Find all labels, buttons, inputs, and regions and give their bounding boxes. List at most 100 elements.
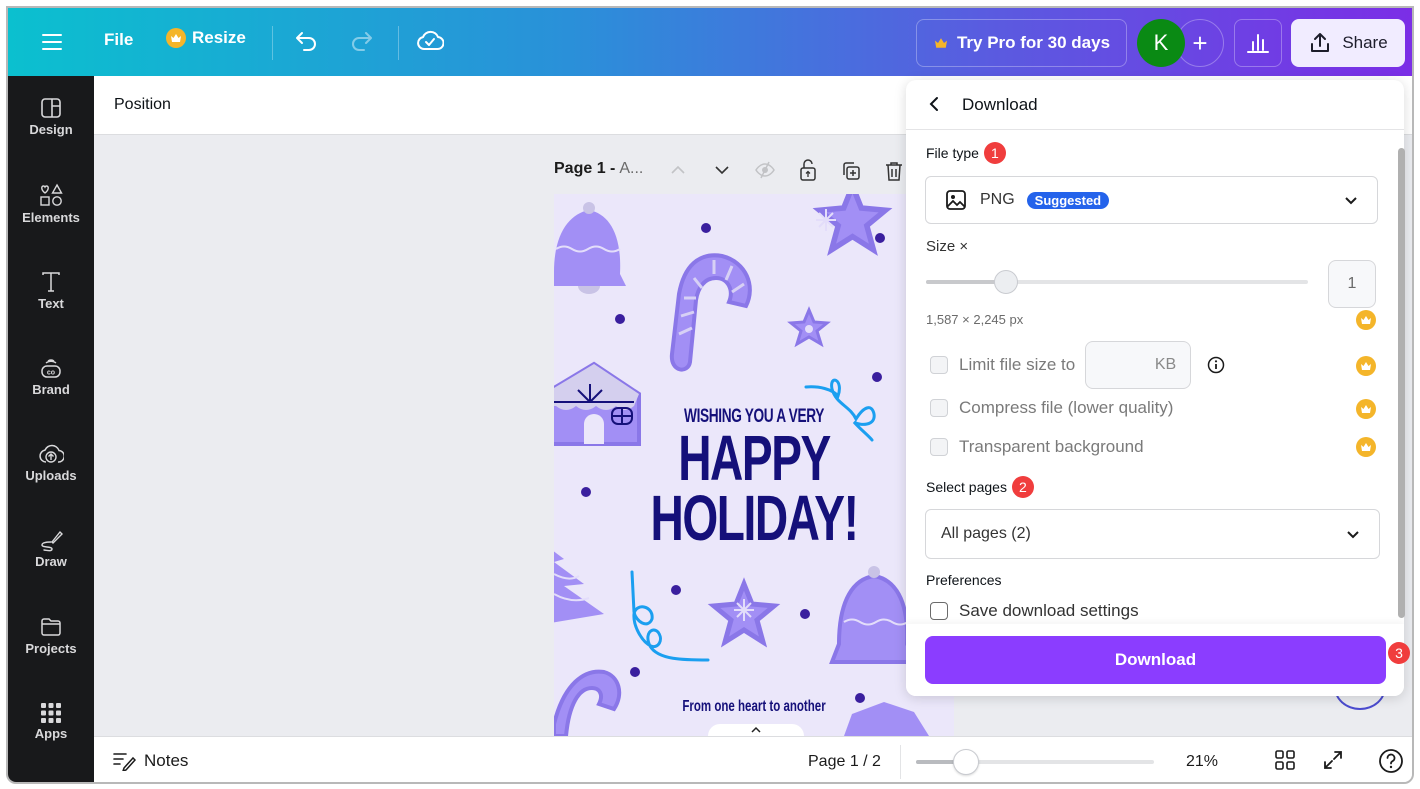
hide-page-button[interactable] (754, 160, 776, 185)
chevron-up-icon (671, 165, 685, 174)
folder-icon (41, 618, 61, 636)
download-panel: Download File type 1 PNG Suggested Size … (906, 80, 1404, 696)
notes-button[interactable]: Notes (112, 751, 188, 771)
compress-file-checkbox[interactable] (930, 399, 948, 417)
fullscreen-button[interactable] (1322, 749, 1344, 776)
blue-squiggle-icon (630, 570, 710, 662)
brand-icon: co (41, 359, 61, 378)
download-button[interactable]: Download (925, 636, 1386, 684)
cloud-check-icon (417, 30, 444, 50)
delete-page-button[interactable] (884, 160, 904, 187)
size-slider-thumb[interactable] (994, 270, 1019, 294)
top-bar: File Resize Try Pro for 30 days K + Shar… (8, 8, 1412, 76)
grid-view-button[interactable] (1274, 749, 1296, 776)
output-dimensions: 1,587 × 2,245 px (926, 312, 1024, 327)
lock-page-button[interactable] (798, 158, 818, 187)
undo-icon (296, 32, 316, 51)
file-menu-button[interactable]: File (104, 30, 133, 50)
bell-cookie-icon (829, 566, 920, 664)
bottom-star-cookie-icon (707, 577, 781, 648)
card-title-happy[interactable]: HAPPY (610, 426, 898, 490)
sidebar-item-uploads[interactable]: Uploads (8, 442, 94, 483)
page-name-field[interactable]: A... (619, 160, 643, 178)
chevron-down-icon (1347, 531, 1359, 539)
chevron-left-icon (929, 97, 938, 111)
save-download-settings-checkbox[interactable] (930, 602, 948, 620)
info-icon[interactable] (1207, 356, 1225, 374)
file-type-select[interactable]: PNG Suggested (925, 176, 1378, 224)
main-menu-button[interactable] (38, 28, 66, 56)
try-pro-button[interactable]: Try Pro for 30 days (916, 19, 1127, 67)
page-count-button[interactable]: Page 1 / 2 (808, 753, 881, 771)
design-canvas-page[interactable]: WISHING YOU A VERY HAPPY HOLIDAY! From o… (554, 194, 954, 736)
sidebar-item-label: Projects (25, 641, 77, 656)
move-page-up-button[interactable] (668, 160, 688, 185)
transparent-background-option: Transparent background (930, 437, 1144, 457)
undo-button[interactable] (294, 28, 320, 54)
size-label: Size × (926, 238, 969, 255)
move-page-down-button[interactable] (712, 160, 732, 185)
size-slider[interactable] (926, 270, 1308, 294)
small-star-cookie-icon (787, 306, 831, 348)
sidebar-item-draw[interactable]: Draw (8, 528, 94, 569)
transparent-background-checkbox[interactable] (930, 438, 948, 456)
save-status-button[interactable] (416, 28, 444, 54)
zoom-slider[interactable] (916, 749, 1154, 775)
sidebar-item-projects[interactable]: Projects (8, 615, 94, 656)
zoom-slider-thumb[interactable] (952, 749, 979, 775)
size-multiplier-input[interactable]: 1 (1328, 260, 1376, 308)
avatar[interactable]: K (1137, 19, 1185, 67)
zoom-level-button[interactable]: 21% (1186, 753, 1218, 771)
redo-button[interactable] (348, 28, 374, 54)
step-badge: 2 (1011, 476, 1034, 498)
panel-scrollbar[interactable] (1398, 148, 1405, 618)
chevron-down-icon (1345, 197, 1357, 205)
select-pages-dropdown[interactable]: All pages (2) (925, 509, 1380, 559)
sidebar-item-elements[interactable]: Elements (8, 182, 94, 225)
bottom-bar: Notes Page 1 / 2 21% (94, 736, 1412, 782)
unlock-icon (800, 159, 816, 181)
resize-button[interactable]: Resize (166, 28, 246, 48)
sidebar-item-text[interactable]: Text (8, 270, 94, 311)
image-icon (946, 190, 966, 210)
share-button[interactable]: Share (1291, 19, 1405, 67)
chevron-up-icon (751, 726, 761, 733)
insights-button[interactable] (1234, 19, 1282, 67)
pro-crown-icon (1356, 356, 1376, 376)
apps-grid-icon (41, 703, 61, 723)
card-footer-text[interactable]: From one heart to another (610, 698, 898, 716)
notes-label: Notes (144, 751, 189, 770)
file-size-kb-input[interactable]: KB (1085, 341, 1192, 389)
sidebar-item-label: Elements (22, 210, 80, 225)
sidebar-item-label: Apps (34, 726, 68, 741)
chevron-down-icon (715, 166, 729, 175)
back-button[interactable] (926, 95, 944, 118)
help-icon (1379, 749, 1403, 773)
option-label: Transparent background (959, 437, 1144, 456)
select-pages-label-text: Select pages (926, 479, 1007, 495)
file-type-label-text: File type (926, 145, 979, 161)
page-title: Page 1 - (554, 160, 616, 177)
download-panel-title: Download (962, 95, 1038, 114)
limit-file-size-checkbox[interactable] (930, 356, 948, 374)
bar-chart-icon (1247, 34, 1269, 53)
sidebar-item-brand[interactable]: co Brand (8, 356, 94, 397)
limit-file-size-option: Limit file size to KB (930, 341, 1225, 389)
card-title-holiday[interactable]: HOLIDAY! (610, 486, 898, 550)
help-button[interactable] (1378, 748, 1404, 779)
sidebar-item-apps[interactable]: Apps (8, 702, 94, 741)
sidebar-item-design[interactable]: Design (8, 96, 94, 137)
select-pages-label: Select pages 2 (926, 476, 1034, 498)
position-button[interactable]: Position (114, 96, 171, 114)
duplicate-page-button[interactable] (840, 160, 862, 187)
grid-view-icon (1275, 750, 1295, 770)
divider (272, 26, 273, 60)
shapes-icon (40, 183, 63, 206)
crown-icon (934, 38, 947, 48)
candy-cane-cookie-icon (669, 253, 752, 372)
divider (900, 745, 901, 779)
preferences-label: Preferences (926, 572, 1002, 588)
pen-icon (41, 530, 63, 552)
kb-unit: KB (1154, 356, 1177, 373)
eye-off-icon (755, 161, 775, 179)
